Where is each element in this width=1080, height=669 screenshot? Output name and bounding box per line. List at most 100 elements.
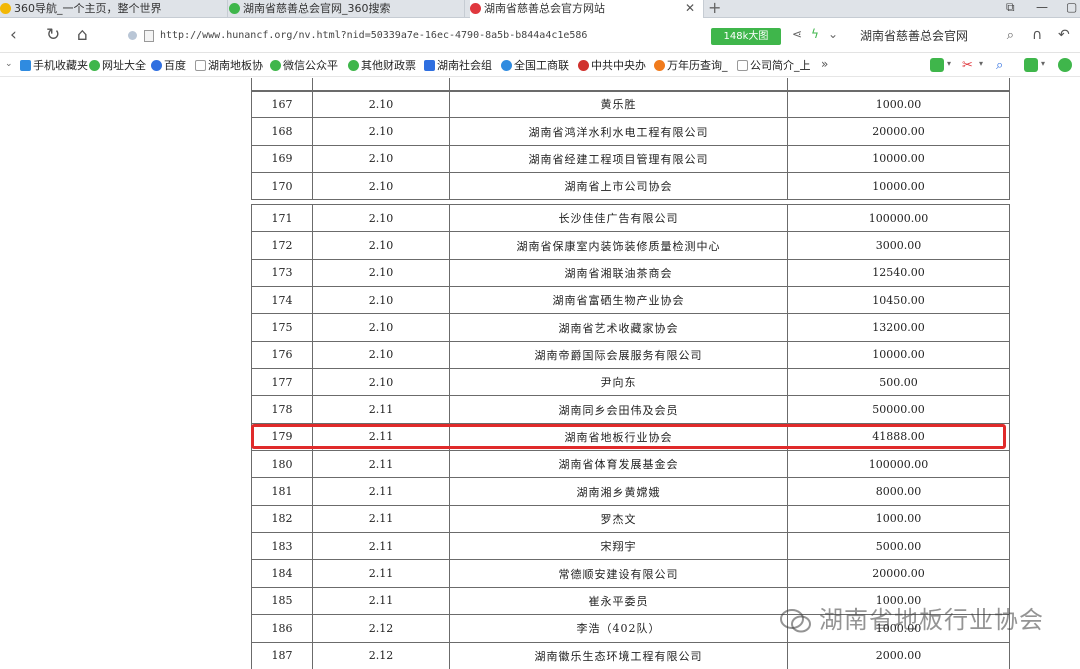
- row-number: 181: [251, 477, 313, 506]
- more-bookmarks-icon[interactable]: »: [821, 57, 828, 71]
- tab-title: 湖南省慈善总会官方网站: [484, 2, 605, 15]
- bookmark-hunan-social-org[interactable]: 湖南社会组: [424, 58, 492, 73]
- table-row: 174 2.10 湖南省富硒生物产业协会 10450.00: [251, 286, 1010, 315]
- row-amount: 10450.00: [787, 286, 1010, 315]
- row-number: 182: [251, 504, 313, 534]
- bookmark-label: 公司简介_上: [750, 59, 811, 72]
- url-text: http://www.hunancf.org/nv.html?nid=50339…: [160, 30, 588, 41]
- row-amount: 13200.00: [787, 313, 1010, 342]
- bookmark-finance-tickets[interactable]: 其他财政票: [348, 58, 416, 73]
- share-icon[interactable]: ⋖: [792, 27, 802, 41]
- row-number: 185: [251, 586, 313, 616]
- row-donor: 湖南省保康室内装饰装修质量检测中心: [449, 231, 788, 260]
- row-date: 2.10: [312, 172, 450, 201]
- table-row-highlighted: 179 2.11 湖南省地板行业协会 41888.00: [251, 422, 1010, 452]
- new-tab-icon[interactable]: +: [708, 0, 721, 17]
- row-donor: 尹向东: [449, 368, 788, 397]
- maximize-icon[interactable]: ▢: [1066, 0, 1077, 14]
- row-number: 184: [251, 559, 313, 588]
- table-row: 177 2.10 尹向东 500.00: [251, 368, 1010, 397]
- row-date: 2.10: [312, 286, 450, 315]
- bookmark-central-office[interactable]: 中共中央办: [578, 58, 646, 73]
- row-number: 170: [251, 172, 313, 201]
- chevron-down-icon[interactable]: ▾: [947, 59, 951, 68]
- row-number: 171: [251, 203, 313, 233]
- row-number: 169: [251, 144, 313, 174]
- row-number: 172: [251, 231, 313, 260]
- row-number: 183: [251, 532, 313, 561]
- row-number: 179: [251, 422, 313, 452]
- row-donor: 湖南省湘联油茶商会: [449, 258, 788, 288]
- leaf-icon: [348, 60, 359, 71]
- row-donor: 罗杰文: [449, 504, 788, 534]
- row-date: 2.10: [312, 340, 450, 370]
- restore-tabs-icon[interactable]: ⧉: [1006, 0, 1015, 15]
- row-donor: 湖南湘乡黄嫦娥: [449, 477, 788, 506]
- bookmark-hunan-floor[interactable]: 湖南地板协: [195, 58, 263, 73]
- bookmark-mobile-favorites[interactable]: 手机收藏夹: [20, 58, 88, 73]
- bookmark-label: 网址大全: [102, 59, 146, 72]
- bookmarks-expand-icon[interactable]: ⌄: [5, 59, 13, 69]
- extension-green-icon[interactable]: [930, 58, 944, 72]
- bookmark-label: 万年历查询_: [667, 59, 728, 72]
- row-amount: 50000.00: [787, 395, 1010, 424]
- site-info-icon[interactable]: [128, 31, 137, 40]
- row-date: 2.10: [312, 313, 450, 342]
- game-icon[interactable]: [1024, 58, 1038, 72]
- row-donor: 湖南省体育发展基金会: [449, 450, 788, 479]
- row-donor: 湖南省艺术收藏家协会: [449, 313, 788, 342]
- lightning-icon[interactable]: ϟ: [811, 27, 819, 41]
- search-icon[interactable]: ⌕: [1007, 25, 1014, 47]
- scissors-icon[interactable]: ✂: [962, 58, 976, 73]
- headphones-icon[interactable]: ∩: [1032, 27, 1042, 43]
- row-date: 2.10: [312, 89, 450, 119]
- refresh-icon[interactable]: ↻: [46, 25, 60, 45]
- chevron-down-icon[interactable]: ▾: [1041, 59, 1045, 68]
- minimize-icon[interactable]: —: [1036, 0, 1048, 14]
- row-number: 176: [251, 340, 313, 370]
- search-input[interactable]: 湖南省慈善总会官网 ⌕: [850, 25, 1020, 47]
- back-icon[interactable]: ‹: [10, 25, 17, 45]
- row-amount: 5000.00: [787, 532, 1010, 561]
- table-row: 187 2.12 湖南徽乐生态环境工程有限公司 2000.00: [251, 641, 1010, 669]
- tab-360-home[interactable]: 360导航_一个主页，整个世界: [0, 0, 228, 18]
- bookmark-acfic[interactable]: 全国工商联: [501, 58, 569, 73]
- calendar-icon: [654, 60, 665, 71]
- row-date: 2.11: [312, 477, 450, 506]
- row-amount: 12540.00: [787, 258, 1010, 288]
- heart-icon: [470, 3, 481, 14]
- 360-logo-icon: [0, 3, 11, 14]
- table-row: 169 2.10 湖南省经建工程项目管理有限公司 10000.00: [251, 144, 1010, 174]
- bookmark-wechat-platform[interactable]: 微信公众平: [270, 58, 338, 73]
- row-amount: 100000.00: [787, 450, 1010, 479]
- search-icon[interactable]: ⌕: [996, 58, 1010, 73]
- chevron-down-icon[interactable]: ▾: [979, 59, 983, 68]
- bookmark-label: 全国工商联: [514, 59, 569, 72]
- row-donor: 湖南徽乐生态环境工程有限公司: [449, 641, 788, 669]
- bookmark-calendar[interactable]: 万年历查询_: [654, 58, 728, 73]
- row-date: 2.11: [312, 395, 450, 424]
- image-size-badge[interactable]: 148k大图: [711, 28, 781, 45]
- chevron-down-icon[interactable]: ⌄: [828, 27, 838, 41]
- bookmark-company-intro[interactable]: 公司简介_上: [737, 58, 811, 73]
- tab-hunan-charity[interactable]: 湖南省慈善总会官方网站 ✕: [470, 0, 704, 18]
- yen-icon[interactable]: [1058, 58, 1072, 72]
- search-text: 湖南省慈善总会官网: [860, 29, 969, 43]
- undo-icon[interactable]: ↶: [1058, 27, 1070, 43]
- tab-360-search[interactable]: 湖南省慈善总会官网_360搜索: [229, 0, 465, 18]
- baidu-paw-icon: [151, 60, 162, 71]
- row-date: 2.11: [312, 450, 450, 479]
- row-number: 168: [251, 117, 313, 146]
- table-row: 178 2.11 湖南同乡会田伟及会员 50000.00: [251, 395, 1010, 424]
- row-donor: 宋翔宇: [449, 532, 788, 561]
- bookmark-url-directory[interactable]: 网址大全: [89, 58, 146, 73]
- row-number: 187: [251, 641, 313, 669]
- row-amount: 20000.00: [787, 559, 1010, 588]
- home-icon[interactable]: ⌂: [77, 25, 88, 45]
- close-tab-icon[interactable]: ✕: [685, 0, 695, 17]
- bookmark-baidu[interactable]: 百度: [151, 58, 186, 73]
- table-row: 183 2.11 宋翔宇 5000.00: [251, 532, 1010, 561]
- address-input[interactable]: http://www.hunancf.org/nv.html?nid=50339…: [120, 25, 710, 47]
- row-donor: 湖南帝爵国际会展服务有限公司: [449, 340, 788, 370]
- row-amount: 500.00: [787, 368, 1010, 397]
